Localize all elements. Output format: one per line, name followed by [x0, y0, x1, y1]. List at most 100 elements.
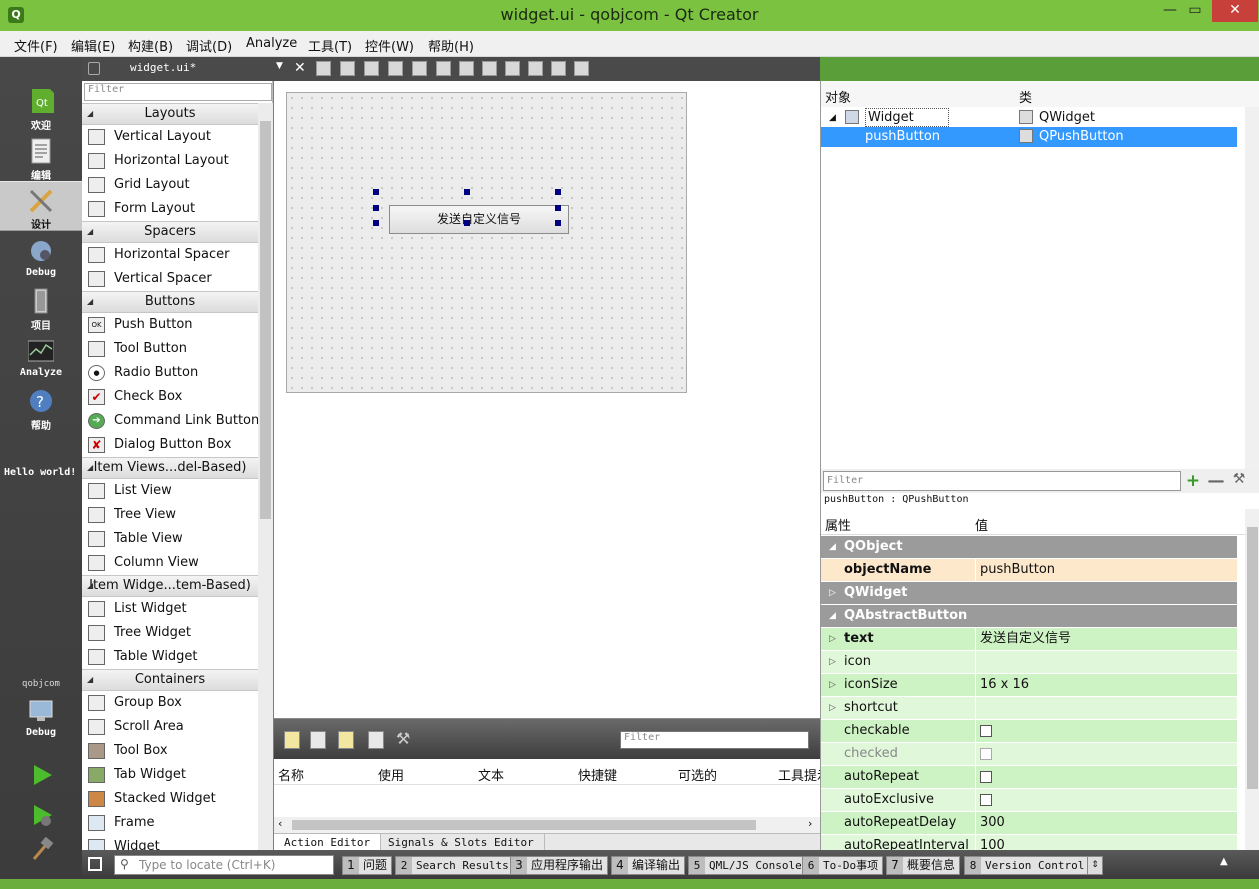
pane-todo[interactable]: 6 To-Do事项: [802, 856, 884, 875]
menu-widgets[interactable]: 控件(W): [365, 36, 414, 55]
widget-command-link-button[interactable]: ➔ Command Link Button: [82, 409, 258, 433]
widget-dialog-button-box[interactable]: ✘ Dialog Button Box: [82, 433, 258, 457]
pane-compile-output[interactable]: 4 编译输出: [611, 856, 686, 875]
checkbox[interactable]: [980, 794, 992, 806]
expand-arrow-icon[interactable]: ▷: [829, 582, 836, 604]
pane-search-results[interactable]: 2 Search Results: [395, 856, 514, 875]
run-icon[interactable]: [30, 763, 54, 787]
layout-splitter-h-icon[interactable]: [459, 61, 474, 76]
resize-handle[interactable]: [555, 220, 561, 226]
resize-handle[interactable]: [464, 220, 470, 226]
property-group-qabstractbutton[interactable]: ◢ QAbstractButton: [821, 605, 1237, 628]
category-buttons[interactable]: Buttons: [82, 291, 258, 313]
break-layout-icon[interactable]: [551, 61, 566, 76]
property-value[interactable]: [975, 651, 1237, 673]
property-autoexclusive[interactable]: autoExclusive: [821, 789, 1237, 812]
kit-selector[interactable]: Debug: [0, 693, 82, 743]
widget-stacked-widget[interactable]: Stacked Widget: [82, 787, 258, 811]
widget-table-widget[interactable]: Table Widget: [82, 645, 258, 669]
column-header[interactable]: 快捷键: [578, 765, 617, 784]
expand-arrow-icon[interactable]: ▷: [829, 628, 836, 650]
pane-qml-console[interactable]: 5 QML/JS Console: [688, 856, 807, 875]
column-header[interactable]: 可选的: [678, 765, 717, 784]
form-widget[interactable]: 发送自定义信号: [286, 92, 687, 393]
property-value[interactable]: 300: [975, 812, 1237, 834]
maximize-button[interactable]: ▭: [1181, 0, 1209, 22]
column-header[interactable]: 名称: [278, 765, 304, 784]
scrollbar-thumb[interactable]: [1247, 527, 1258, 789]
property-checkable[interactable]: checkable: [821, 720, 1237, 743]
collapse-arrow-icon[interactable]: ◢: [829, 536, 836, 558]
category-item-views[interactable]: Item Views...del-Based): [82, 457, 258, 479]
widget-horizontal-layout[interactable]: Horizontal Layout: [82, 149, 258, 173]
column-header[interactable]: 属性: [825, 515, 851, 534]
mode-welcome[interactable]: Qt 欢迎: [0, 83, 82, 133]
edit-widgets-icon[interactable]: [316, 61, 331, 76]
property-value[interactable]: 100: [975, 835, 1237, 850]
pane-application-output[interactable]: 3 应用程序输出: [510, 856, 609, 875]
close-document-icon[interactable]: ✕: [294, 60, 306, 76]
column-header[interactable]: 值: [975, 515, 988, 534]
widget-radio-button[interactable]: ● Radio Button: [82, 361, 258, 385]
widget-column-view[interactable]: Column View: [82, 551, 258, 575]
form-push-button[interactable]: 发送自定义信号: [389, 205, 569, 234]
chevron-down-icon[interactable]: ▼: [276, 61, 283, 71]
property-autorepeatinterval[interactable]: autoRepeatInterval 100: [821, 835, 1237, 850]
debug-run-icon[interactable]: [30, 803, 54, 827]
minimize-button[interactable]: —: [1156, 0, 1184, 22]
menu-debug[interactable]: 调试(D): [186, 36, 232, 55]
column-header[interactable]: 类: [1019, 87, 1032, 106]
expand-arrow-icon[interactable]: ▷: [829, 651, 836, 673]
menu-tools[interactable]: 工具(T): [308, 36, 352, 55]
widget-tool-button[interactable]: Tool Button: [82, 337, 258, 361]
mode-edit[interactable]: 编辑: [0, 133, 82, 183]
close-button[interactable]: ✕: [1212, 0, 1258, 22]
expand-arrow-icon[interactable]: ▷: [829, 674, 836, 696]
checkbox[interactable]: [980, 725, 992, 737]
menu-help[interactable]: 帮助(H): [428, 36, 474, 55]
layout-horizontal-icon[interactable]: [412, 61, 427, 76]
property-scrollbar[interactable]: [1245, 509, 1259, 850]
paste-action-icon[interactable]: [338, 731, 354, 749]
category-layouts[interactable]: Layouts: [82, 103, 258, 125]
property-group-qwidget[interactable]: ▷ QWidget: [821, 582, 1237, 605]
pane-version-control[interactable]: 8 Version Control: [964, 856, 1090, 875]
collapse-arrow-icon[interactable]: ◢: [829, 108, 836, 128]
widget-tree-widget[interactable]: Tree Widget: [82, 621, 258, 645]
widget-box-scrollbar[interactable]: [258, 103, 273, 889]
widget-scroll-area[interactable]: Scroll Area: [82, 715, 258, 739]
menu-file[interactable]: 文件(F): [14, 36, 58, 55]
copy-action-icon[interactable]: [310, 731, 326, 749]
column-header[interactable]: 工具提示: [778, 765, 820, 784]
action-filter-input[interactable]: Filter: [620, 731, 809, 749]
mode-debug[interactable]: Debug: [0, 233, 82, 283]
chevron-left-icon[interactable]: ‹: [278, 817, 282, 830]
collapse-arrow-icon[interactable]: ◢: [829, 605, 836, 627]
resize-handle[interactable]: [555, 189, 561, 195]
property-group-qobject[interactable]: ◢ QObject: [821, 536, 1237, 559]
property-value[interactable]: 发送自定义信号: [975, 628, 1237, 650]
property-autorepeatdelay[interactable]: autoRepeatDelay 300: [821, 812, 1237, 835]
horizontal-scrollbar[interactable]: ‹ ›: [274, 817, 820, 833]
property-wrench-icon[interactable]: ⚒: [1229, 471, 1249, 487]
document-selector[interactable]: widget.ui*: [108, 61, 288, 77]
edit-tab-order-icon[interactable]: [388, 61, 403, 76]
edit-signals-icon[interactable]: [340, 61, 355, 76]
column-header[interactable]: 使用: [378, 765, 404, 784]
wrench-icon[interactable]: ⚒: [396, 729, 410, 748]
edit-buddies-icon[interactable]: [364, 61, 379, 76]
mode-design[interactable]: 设计: [0, 181, 82, 231]
property-text[interactable]: ▷ text 发送自定义信号: [821, 628, 1237, 651]
property-autorepeat[interactable]: autoRepeat: [821, 766, 1237, 789]
widget-grid-layout[interactable]: Grid Layout: [82, 173, 258, 197]
menu-analyze[interactable]: Analyze: [246, 36, 297, 51]
column-header[interactable]: 对象: [825, 87, 851, 106]
delete-action-icon[interactable]: [368, 731, 384, 749]
widget-list-widget[interactable]: List Widget: [82, 597, 258, 621]
widget-vertical-spacer[interactable]: Vertical Spacer: [82, 267, 258, 291]
mode-projects[interactable]: 项目: [0, 283, 82, 333]
remove-property-icon[interactable]: —: [1206, 471, 1226, 491]
checkbox[interactable]: [980, 771, 992, 783]
widget-tree-view[interactable]: Tree View: [82, 503, 258, 527]
scrollbar-thumb[interactable]: [292, 820, 756, 830]
